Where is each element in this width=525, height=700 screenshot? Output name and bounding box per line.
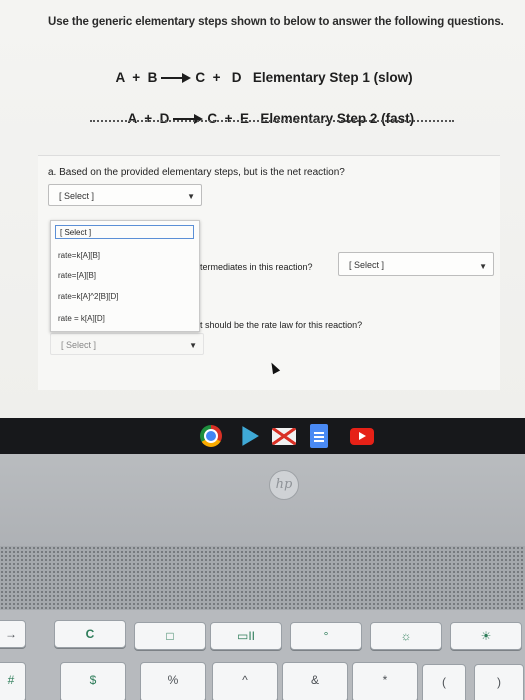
step-2-label: Elementary Step 2 (fast) [260, 111, 415, 126]
key-9[interactable]: ( [422, 664, 466, 700]
chrome-icon[interactable] [200, 425, 222, 447]
key-brightness-up[interactable]: ☼ [370, 622, 442, 650]
chevron-down-icon: ▼ [189, 341, 197, 350]
laptop-bezel [0, 454, 525, 546]
step-1-products: C + D [195, 70, 242, 85]
dropdown-option-select[interactable]: [ Select ] [55, 225, 194, 239]
key-overview[interactable]: ▭II [210, 622, 282, 650]
docs-icon[interactable] [310, 424, 328, 448]
dashed-divider [90, 120, 454, 122]
chevron-down-icon: ▼ [187, 192, 195, 201]
question-b-text: termediates in this reaction? [200, 262, 313, 272]
dropdown-option-rate-ka2bd[interactable]: rate=k[A]^2[B][D] [58, 292, 118, 301]
reaction-arrow-icon [161, 73, 192, 84]
question-b-select-value: [ Select ] [349, 260, 385, 270]
speaker-grille [0, 546, 525, 610]
elementary-step-2: A + D C + E Elementary Step 2 (fast) [113, 96, 415, 141]
dropdown-option-rate-ab[interactable]: rate=[A][B] [58, 271, 96, 280]
question-b-select[interactable]: [ Select ] ▼ [338, 252, 494, 276]
key-6[interactable]: ^ [212, 662, 278, 700]
question-a-text: a. Based on the provided elementary step… [48, 167, 345, 178]
dropdown-option-rate-kad[interactable]: rate = k[A][D] [58, 314, 105, 323]
chevron-down-icon: ▼ [479, 262, 487, 271]
question-a-select[interactable]: [ Select ] ▼ [48, 184, 202, 206]
elementary-step-1: A + B C + D Elementary Step 1 (slow) [101, 55, 413, 100]
step-2-products: C + E [207, 111, 250, 126]
hp-logo: hp [269, 470, 299, 500]
key-5[interactable]: % [140, 662, 206, 700]
gmail-icon[interactable] [272, 428, 296, 445]
key-8[interactable]: * [352, 662, 418, 700]
dropdown-option-rate-kab[interactable]: rate=k[A][B] [58, 251, 100, 260]
question-c-select-value: [ Select ] [61, 340, 97, 350]
step-2-reactants: A + D [127, 111, 170, 126]
key-4[interactable]: $ [60, 662, 126, 700]
key-3[interactable]: # [0, 662, 26, 700]
question-a-select-value: [ Select ] [59, 191, 95, 201]
key-0[interactable]: ) [474, 664, 524, 700]
step-1-reactants: A + B [115, 70, 158, 85]
os-shelf [0, 418, 525, 454]
youtube-icon[interactable] [350, 428, 374, 445]
key-forward[interactable]: → [0, 620, 26, 648]
key-brightness-down[interactable]: ° [290, 622, 362, 650]
key-fullscreen[interactable]: □ [134, 622, 206, 650]
question-c-text: t should be the rate law for this reacti… [200, 320, 363, 330]
instructions-text: Use the generic elementary steps shown t… [48, 16, 504, 28]
key-7[interactable]: & [282, 662, 348, 700]
step-1-label: Elementary Step 1 (slow) [252, 70, 413, 85]
key-refresh[interactable]: C [54, 620, 126, 648]
browser-screen: Use the generic elementary steps shown t… [0, 0, 525, 418]
play-store-icon[interactable] [242, 426, 259, 446]
keyboard: → C □ ▭II ° ☼ ☀ # $ % ^ & * ( ) [0, 610, 525, 700]
key-mute[interactable]: ☀ [450, 622, 522, 650]
question-c-select[interactable]: [ Select ] ▼ [50, 333, 204, 355]
rate-law-dropdown-list: [ Select ] rate=k[A][B] rate=[A][B] rate… [50, 220, 200, 332]
